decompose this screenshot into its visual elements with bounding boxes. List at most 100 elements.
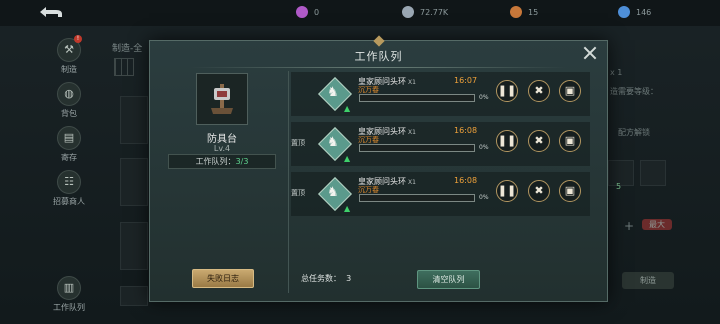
scroll-icon: ▣ — [564, 134, 576, 147]
material-slot — [640, 160, 666, 186]
upgrade-arrow-icon: ▲ — [344, 104, 351, 113]
pause-button[interactable]: ❚❚ — [496, 130, 518, 152]
plus-icon[interactable]: + — [624, 219, 634, 233]
speedup-button[interactable]: ▣ — [559, 130, 581, 152]
pin-top-label[interactable]: 置顶 — [291, 188, 305, 198]
background-card — [120, 222, 148, 270]
bg-text: x 1 — [610, 68, 623, 77]
close-icon: ✖ — [534, 84, 544, 97]
grid-view-icon[interactable] — [114, 58, 134, 76]
cancel-button[interactable]: ✖ — [528, 180, 550, 202]
alert-badge: ! — [74, 35, 82, 43]
background-card — [120, 158, 148, 206]
progress-percent: 0% — [479, 94, 489, 101]
close-icon[interactable] — [583, 46, 597, 60]
modal-title: 工作队列 — [354, 50, 403, 63]
resource-purple-value: 0 — [314, 7, 320, 17]
back-arrow-icon — [40, 7, 62, 17]
pause-icon: ❚❚ — [497, 134, 517, 147]
pause-button[interactable]: ❚❚ — [496, 180, 518, 202]
building-name: 防具台 — [207, 134, 237, 145]
craft-button[interactable]: 制造 — [622, 272, 674, 289]
upgrade-arrow-icon: ▲ — [344, 204, 351, 213]
armor-stand-icon — [211, 84, 233, 114]
work-queue-modal: 工作队列 防具台 Lv.4 工作队列：3/3 失败日志 ♞ ▲ 皇家顾问头环 X1… — [149, 35, 608, 302]
upgrade-arrow-icon: ▲ — [344, 154, 351, 163]
resource-silver: 72.77K — [402, 6, 448, 18]
queue-capacity: 工作队列：3/3 — [168, 154, 276, 169]
queue-row: 置顶 ♞ ▲ 皇家顾问头环 X1 沉万春 16:08 0% ❚❚ ✖ ▣ — [291, 122, 590, 166]
close-icon: ✖ — [534, 184, 544, 197]
bg-text: 造需要等级： — [610, 87, 658, 96]
bag-icon: ◍ — [57, 82, 81, 106]
resource-copper-value: 15 — [528, 7, 539, 17]
queue-row: ♞ ▲ 皇家顾问头环 X1 沉万春 16:07 0% ❚❚ ✖ ▣ — [291, 72, 590, 116]
background-title: 制造-全 — [112, 44, 143, 54]
nav-label: 招募商人 — [53, 197, 85, 206]
finish-time: 16:07 — [454, 76, 478, 85]
scroll-icon: ▣ — [564, 184, 576, 197]
panel-divider — [288, 71, 289, 293]
bg-text: 5 — [616, 182, 622, 191]
cancel-button[interactable]: ✖ — [528, 130, 550, 152]
blue-gem-icon — [618, 6, 630, 18]
nav-label: 寄存 — [61, 153, 77, 162]
nav-label: 背包 — [61, 109, 77, 118]
pin-top-label[interactable]: 置顶 — [291, 138, 305, 148]
circlet-icon: ♞ — [327, 185, 339, 200]
total-tasks-value: 3 — [346, 274, 352, 283]
item-qty: X1 — [408, 129, 416, 136]
finish-time: 16:08 — [454, 176, 478, 185]
merchant-icon: ☷ — [57, 170, 81, 194]
resource-blue: 146 — [618, 6, 651, 18]
circlet-icon: ♞ — [327, 135, 339, 150]
item-qty: X1 — [408, 179, 416, 186]
item-qty: X1 — [408, 79, 416, 86]
resource-blue-value: 146 — [636, 7, 652, 17]
background-card — [120, 286, 148, 306]
building-portrait — [196, 73, 248, 125]
building-level: Lv.4 — [213, 144, 231, 153]
queue-row: 置顶 ♞ ▲ 皇家顾问头环 X1 沉万春 16:08 0% ❚❚ ✖ ▣ — [291, 172, 590, 216]
speedup-button[interactable]: ▣ — [559, 180, 581, 202]
copper-coin-icon — [510, 6, 522, 18]
pause-icon: ❚❚ — [497, 184, 517, 197]
nav-item-bag[interactable]: ◍ 背包 — [44, 82, 94, 119]
fail-log-button[interactable]: 失败日志 — [192, 269, 254, 288]
total-tasks: 总任务数： 3 — [301, 273, 351, 284]
speedup-button[interactable]: ▣ — [559, 80, 581, 102]
nav-label: 工作队列 — [53, 303, 85, 312]
pause-icon: ❚❚ — [497, 84, 517, 97]
queue-label: 工作队列： — [195, 157, 236, 166]
queue-value: 3/3 — [235, 157, 249, 166]
cancel-button[interactable]: ✖ — [528, 80, 550, 102]
pause-button[interactable]: ❚❚ — [496, 80, 518, 102]
silver-coin-icon — [402, 6, 414, 18]
nav-item-queue[interactable]: ▥ 工作队列 — [44, 276, 94, 313]
close-icon: ✖ — [534, 134, 544, 147]
back-button[interactable] — [38, 5, 66, 21]
progress-bar — [359, 94, 475, 102]
queue-icon: ▥ — [57, 276, 81, 300]
resource-copper: 15 — [510, 6, 538, 18]
background-card — [120, 96, 148, 144]
progress-percent: 0% — [479, 144, 489, 151]
nav-item-storage[interactable]: ▤ 寄存 — [44, 126, 94, 163]
scroll-icon: ▣ — [564, 84, 576, 97]
clear-queue-button[interactable]: 清空队列 — [417, 270, 480, 289]
purple-gem-icon — [296, 6, 308, 18]
resource-silver-value: 72.77K — [420, 7, 449, 17]
storage-icon: ▤ — [57, 126, 81, 150]
max-button[interactable]: 最大 — [642, 219, 672, 230]
bg-text: 配方解锁 — [618, 128, 650, 137]
title-divider — [190, 67, 567, 68]
nav-item-craft[interactable]: ⚒ ! 制造 — [44, 35, 94, 75]
total-tasks-label: 总任务数： — [301, 274, 341, 283]
nav-label: 制造 — [61, 65, 77, 74]
top-bar: 0 72.77K 15 146 — [0, 0, 720, 26]
progress-bar — [359, 194, 475, 202]
nav-item-merchant[interactable]: ☷ 招募商人 — [44, 170, 94, 207]
progress-percent: 0% — [479, 194, 489, 201]
progress-bar — [359, 144, 475, 152]
circlet-icon: ♞ — [327, 85, 339, 100]
